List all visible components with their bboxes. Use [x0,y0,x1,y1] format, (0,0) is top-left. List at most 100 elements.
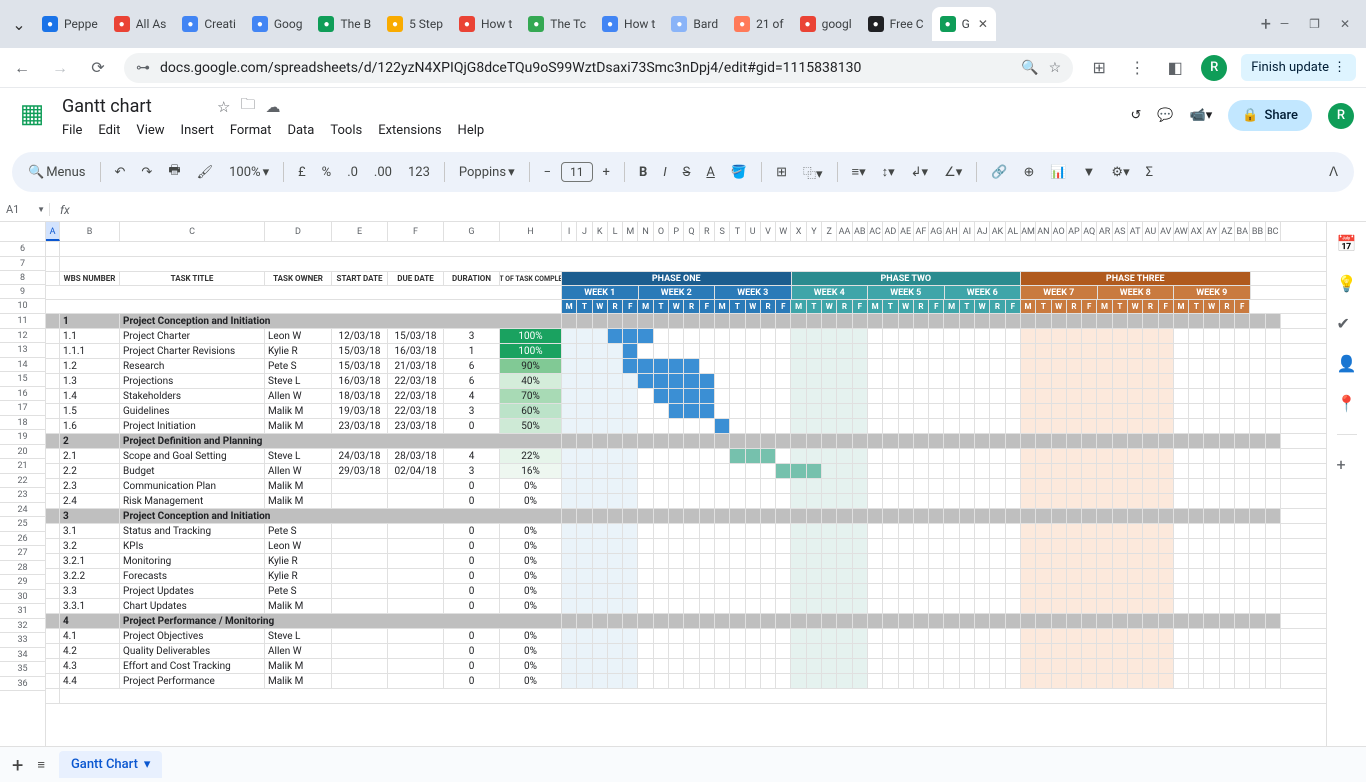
account-avatar[interactable]: R [1328,103,1354,129]
menu-bar: File Edit View Insert Format Data Tools Extensi… [62,123,1120,138]
keep-icon[interactable]: 💡 [1337,274,1357,294]
nav-back[interactable]: ← [10,58,34,78]
merge-button[interactable]: ⿻▾ [797,159,829,186]
currency-button[interactable]: £ [292,161,312,184]
insert-comment-button[interactable]: ⊕ [1017,161,1040,184]
italic-button[interactable]: I [657,161,672,184]
more-icon[interactable]: ⋮ [1125,58,1149,77]
toolbar: 🔍 Menus ↶ ↷ 🖶 🖌 100% ▾ £ % .0 .00 123 Po… [12,152,1354,192]
bookmark-icon[interactable]: ☆ [1049,60,1062,76]
wrap-button[interactable]: ↲▾ [905,161,934,184]
fill-color-button[interactable]: 🪣 [725,161,753,184]
browser-tab[interactable]: ●Free C [860,7,932,41]
cloud-icon[interactable]: ☁ [265,98,280,116]
site-info-icon[interactable]: ⊶ [136,60,150,76]
share-button[interactable]: 🔒 Share [1228,100,1312,131]
window-minimize[interactable]: ― [1280,17,1289,31]
functions-button[interactable]: Σ [1140,161,1159,184]
undo-button[interactable]: ↶ [109,161,132,184]
decrease-decimal[interactable]: .0 [341,161,364,184]
percent-button[interactable]: % [316,161,338,184]
link-button[interactable]: 🔗 [985,161,1013,184]
browser-tab[interactable]: ●21 of [726,7,791,41]
font-size-increase[interactable]: + [597,161,616,184]
strike-button[interactable]: S [677,161,697,184]
row-numbers: 67891011−1213141516171819−2021222324−252… [0,222,46,746]
comment-icon[interactable]: 💬 [1157,108,1173,123]
browser-tab[interactable]: ●All As [106,7,175,41]
browser-tab[interactable]: ●5 Step [379,7,451,41]
redo-button[interactable]: ↷ [135,161,158,184]
spreadsheet-grid[interactable]: ABCDEFGHIJKLMNOPQRSTUVWXYZAAABACADAEAFAG… [46,222,1326,746]
star-icon[interactable]: ☆ [217,98,230,116]
toolbar-collapse[interactable]: ᐱ [1323,161,1344,184]
menu-insert[interactable]: Insert [181,123,214,138]
finish-update-button[interactable]: Finish update⋮ [1241,54,1356,81]
menu-edit[interactable]: Edit [98,123,120,138]
tasks-icon[interactable]: ✔ [1337,314,1357,334]
halign-button[interactable]: ≡▾ [846,160,872,184]
paint-format-button[interactable]: 🖌 [191,161,220,184]
browser-tab-strip: ⌄ ●Peppe●All As●Creati●Goog●The B●5 Step… [0,0,1366,48]
browser-tab[interactable]: ●Creati [174,7,244,41]
menu-file[interactable]: File [62,123,82,138]
name-box[interactable]: A1▼ [0,203,50,216]
all-sheets-button[interactable]: ≡ [37,757,45,773]
menu-tools[interactable]: Tools [330,123,362,138]
browser-tab[interactable]: ●The Tc [520,7,594,41]
extensions-icon[interactable]: ⊞ [1087,58,1111,77]
add-sheet-button[interactable]: + [12,753,23,777]
bold-button[interactable]: B [633,161,653,184]
menu-format[interactable]: Format [230,123,272,138]
window-close[interactable]: ✕ [1340,17,1350,31]
font-size-decrease[interactable]: − [538,161,557,184]
sheets-header: ▦ Gantt chart ☆ 🗀 ☁ File Edit View Insert Fo… [0,88,1366,152]
window-maximize[interactable]: ❐ [1309,17,1320,31]
text-color-button[interactable]: A [700,161,720,184]
url-text: docs.google.com/spreadsheets/d/122yzN4XP… [160,60,1011,76]
menu-extensions[interactable]: Extensions [378,123,441,138]
font-size-input[interactable]: 11 [561,162,593,182]
add-panel-icon[interactable]: + [1337,455,1357,475]
chart-button[interactable]: 📊 [1044,161,1072,184]
tab-search-button[interactable]: ⌄ [4,9,34,39]
profile-avatar[interactable]: R [1201,55,1227,81]
meet-icon[interactable]: 📹▾ [1190,108,1213,123]
increase-decimal[interactable]: .00 [368,161,398,184]
zoom-icon[interactable]: 🔍 [1021,60,1038,76]
nav-reload[interactable]: ⟳ [86,58,110,77]
nav-forward: → [48,58,72,78]
new-tab-button[interactable]: + [1252,14,1280,35]
maps-icon[interactable]: 📍 [1337,394,1357,414]
filter-button[interactable]: ▼ [1077,160,1102,184]
font-select[interactable]: Poppins ▾ [453,161,521,184]
url-bar[interactable]: ⊶ docs.google.com/spreadsheets/d/122yzN4… [124,53,1073,83]
more-formats[interactable]: 123 [402,161,436,184]
browser-tab[interactable]: ●googl [792,7,860,41]
sheet-tab-active[interactable]: Gantt Chart ▾ [59,751,162,778]
borders-button[interactable]: ⊞ [770,161,793,184]
rotate-button[interactable]: ∠▾ [938,161,968,184]
browser-tab[interactable]: ●Goog [244,7,311,41]
document-title[interactable]: Gantt chart [62,96,207,117]
move-icon[interactable]: 🗀 [240,94,255,119]
browser-tab[interactable]: ●How t [594,7,663,41]
menu-view[interactable]: View [136,123,164,138]
browser-tab[interactable]: ●The B [310,7,379,41]
valign-button[interactable]: ↕▾ [876,160,901,184]
browser-tab[interactable]: ●Peppe [34,7,106,41]
print-button[interactable]: 🖶 [162,157,186,187]
menu-help[interactable]: Help [458,123,485,138]
contacts-icon[interactable]: 👤 [1337,354,1357,374]
sidepanel-icon[interactable]: ◧ [1163,58,1187,77]
history-icon[interactable]: ↺ [1130,108,1141,123]
menu-data[interactable]: Data [287,123,314,138]
zoom-select[interactable]: 100% ▾ [223,161,275,184]
sheets-logo-icon[interactable]: ▦ [12,94,52,134]
browser-tab[interactable]: ●How t [451,7,520,41]
browser-tab[interactable]: ●G✕ [932,7,996,41]
calendar-icon[interactable]: 📅 [1337,234,1357,254]
browser-tab[interactable]: ●Bard [663,7,726,41]
search-menus[interactable]: 🔍 Menus [22,161,92,184]
filter-views-button[interactable]: ⚙▾ [1105,161,1135,184]
